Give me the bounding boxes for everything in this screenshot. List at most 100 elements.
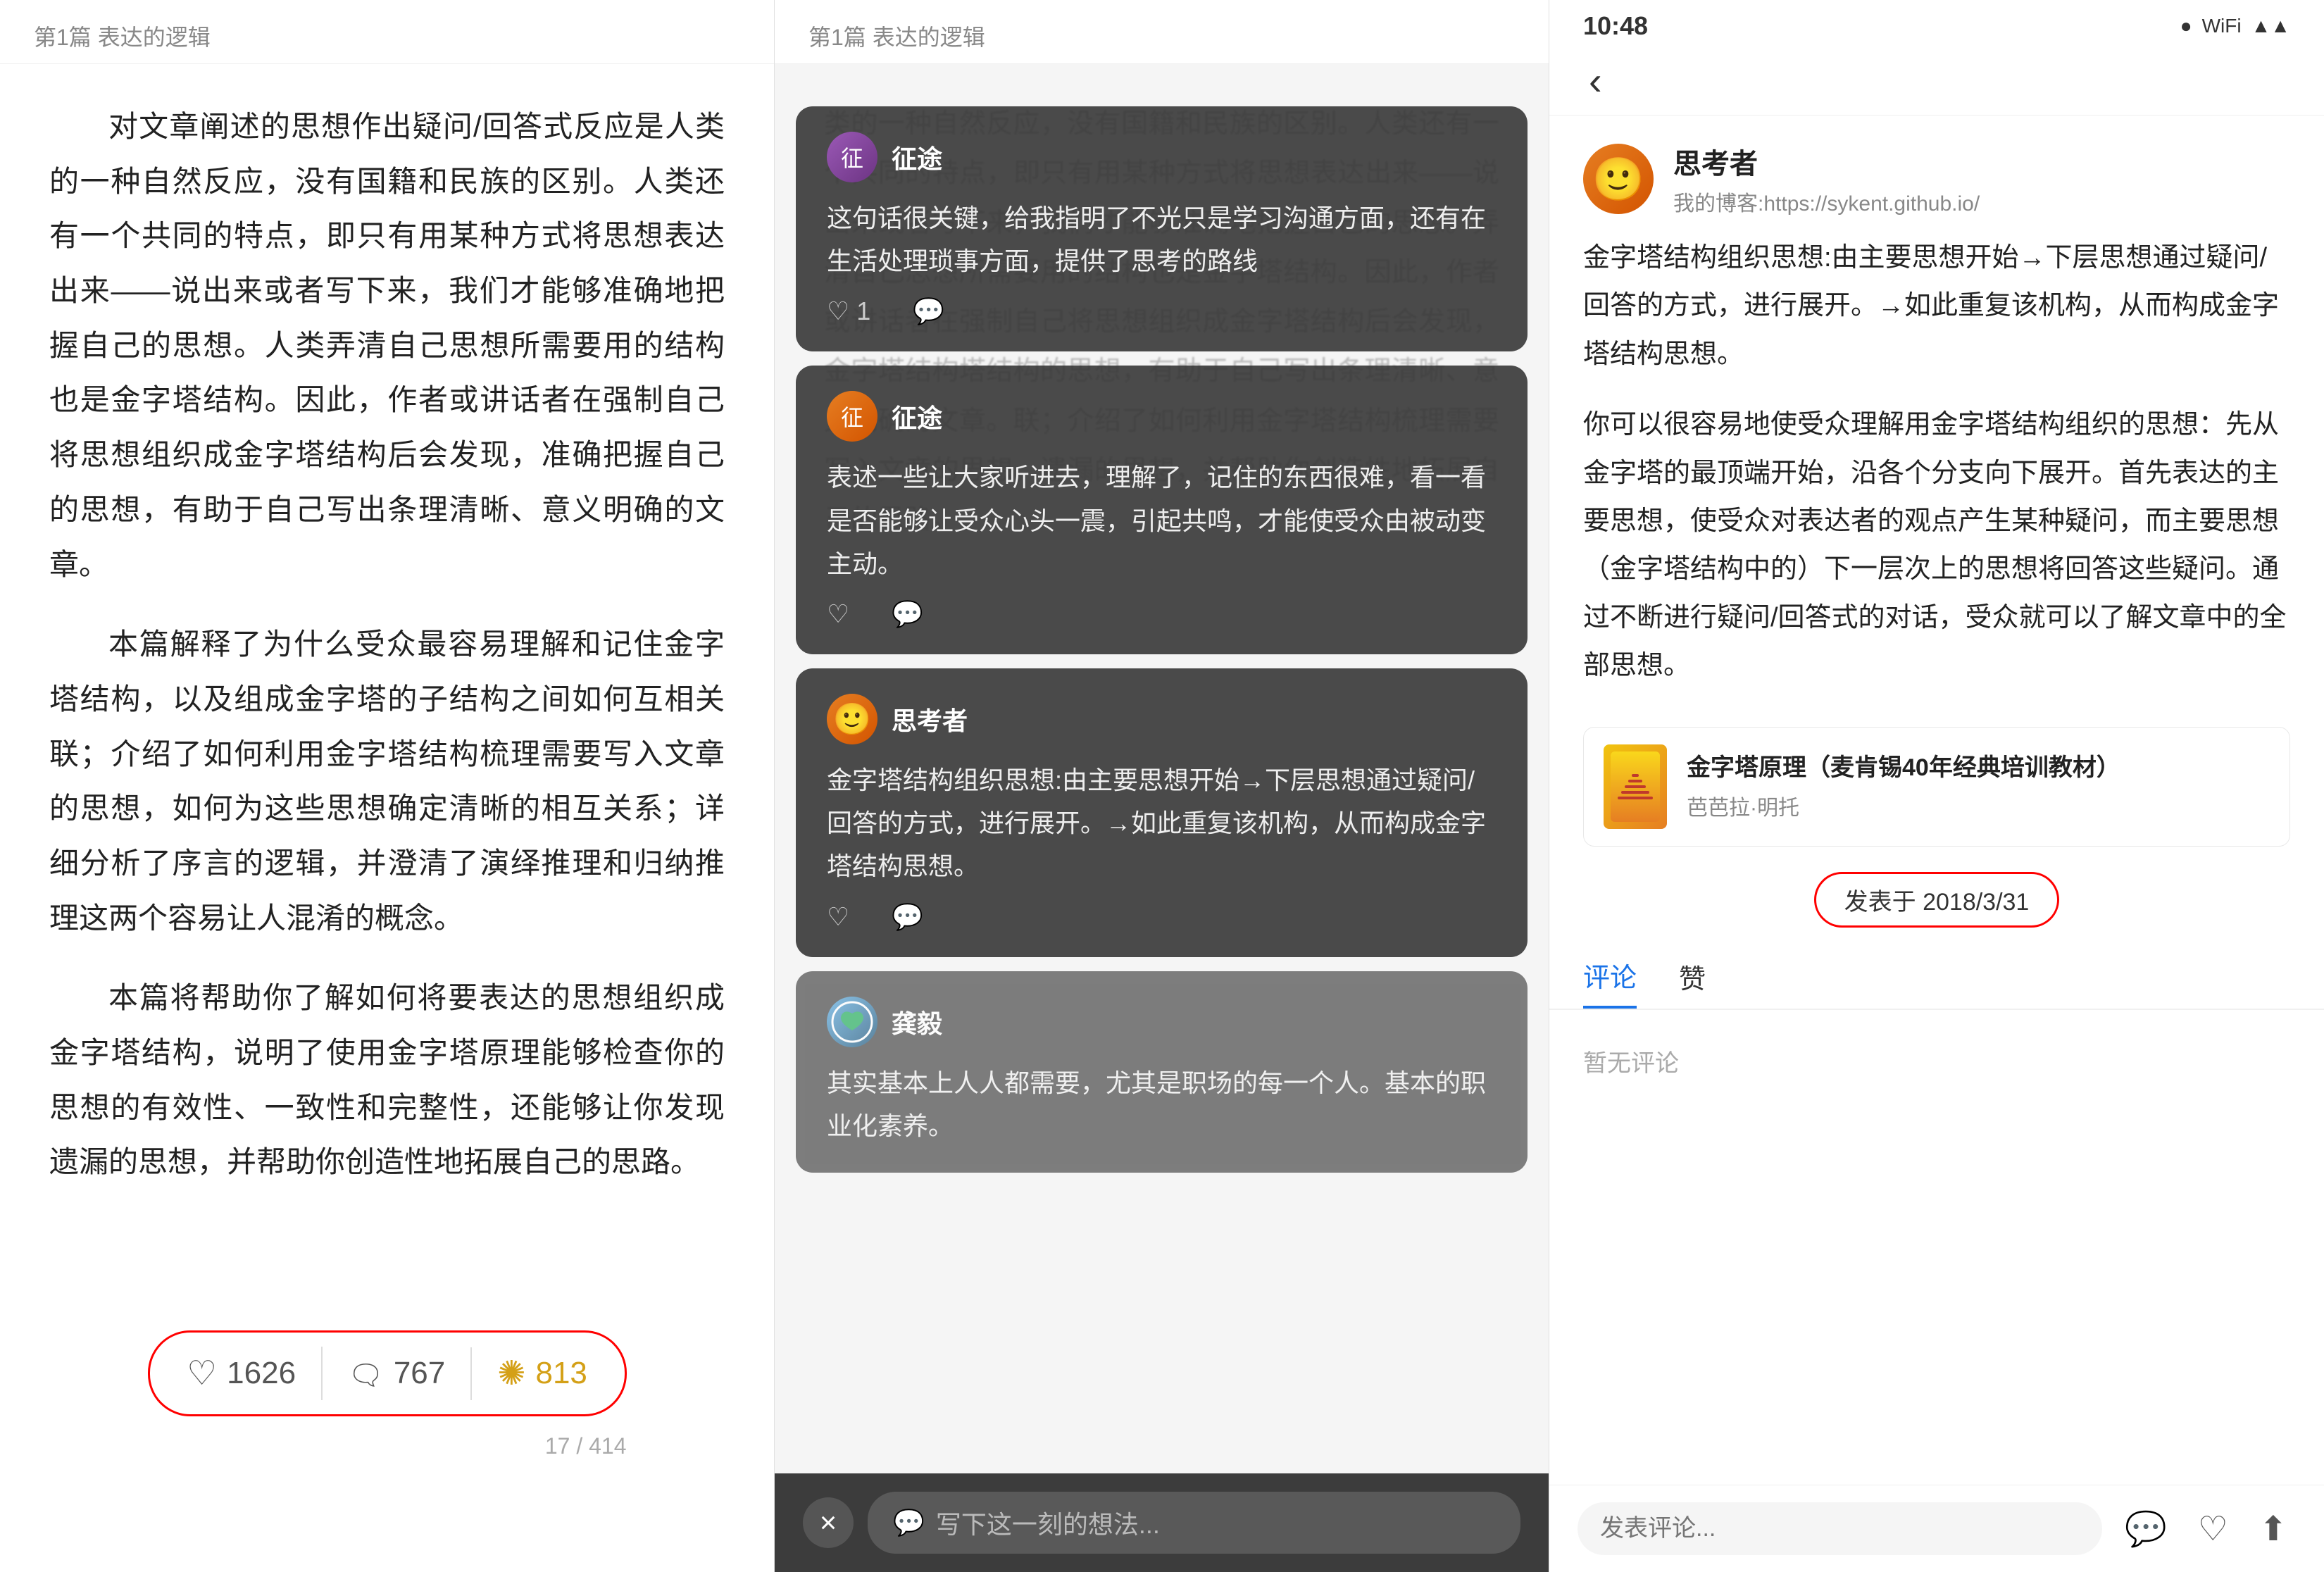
comment-text-3: 金字塔结构组织思想:由主要思想开始→下层思想通过疑问/回答的方式，进行展开。→如… <box>827 759 1497 888</box>
share-action-icon[interactable]: ⬆ <box>2251 1509 2296 1549</box>
comment-count: 767 <box>394 1356 445 1391</box>
publish-date: 发表于 2018/3/31 <box>1844 889 2030 916</box>
comment-card-4: 龚毅 其实基本上人人都需要，尤其是职场的每一个人。基本的职业化素养。 <box>796 971 1528 1173</box>
comment-card-2: 征 征途 表述一些让大家听进去，理解了，记住的东西很难，看一看是否能够让受众心头… <box>796 366 1528 654</box>
avatar-3: 🙂 <box>827 694 877 744</box>
book-cover-inner <box>1611 751 1660 822</box>
share-icon <box>497 1354 525 1393</box>
book-cover <box>1604 744 1667 829</box>
publish-date-badge: 发表于 2018/3/31 <box>1814 872 2060 928</box>
username-2: 征途 <box>892 398 942 435</box>
comment-input-area[interactable]: 💬 写下这一刻的想法... <box>868 1492 1520 1554</box>
status-bar: 10:48 ● WiFi ▲▲ <box>1549 0 2324 46</box>
like-btn-2[interactable]: ♡ <box>827 599 849 629</box>
left-panel: 第1篇 表达的逻辑 对文章阐述的思想作出疑问/回答式反应是人类的一种自然反应，没… <box>0 0 775 1572</box>
heart-icon <box>187 1354 217 1393</box>
middle-bottom-bar: × 💬 写下这一刻的想法... <box>775 1473 1549 1572</box>
comment-card-1: 征 征途 这句话很关键，给我指明了不光只是学习沟通方面，还有在生活处理琐事方面，… <box>796 106 1528 351</box>
avatar-4 <box>827 997 877 1047</box>
signal-icon: ▲▲ <box>2251 15 2290 37</box>
right-bottom-bar: 💬 ♡ ⬆ <box>1549 1485 2324 1572</box>
input-placeholder: 写下这一刻的想法... <box>936 1504 1160 1541</box>
like-action-icon[interactable]: ♡ <box>2189 1509 2237 1549</box>
book-title: 金字塔原理（麦肯锡40年经典培训教材） <box>1687 751 2120 785</box>
reply-icon-2: 💬 <box>892 599 923 629</box>
tab-comments[interactable]: 评论 <box>1583 956 1637 1009</box>
comment-action[interactable]: 767 <box>323 1347 472 1400</box>
book-author-publisher: 芭芭拉·明托 <box>1687 790 2120 821</box>
share-action[interactable]: 813 <box>472 1347 613 1400</box>
comment-input[interactable] <box>1578 1502 2102 1555</box>
like-btn-3[interactable]: ♡ <box>827 902 849 932</box>
comment-actions-3: ♡ 💬 <box>827 902 1497 932</box>
paragraph-2: 本篇解释了为什么受众最容易理解和记住金字塔结构，以及组成金字塔的子结构之间如何互… <box>49 617 725 945</box>
author-avatar: 🙂 <box>1583 144 1654 214</box>
avatar-1: 征 <box>827 132 877 182</box>
reply-btn-2[interactable]: 💬 <box>892 599 923 629</box>
comment-actions-2: ♡ 💬 <box>827 599 1497 629</box>
reply-btn-1[interactable]: 💬 <box>913 297 944 326</box>
paragraph-3: 本篇将帮助你了解如何将要表达的思想组织成金字塔结构，说明了使用金字塔原理能够检查… <box>49 971 725 1190</box>
no-comment: 暂无评论 <box>1549 1010 2324 1112</box>
username-4: 龚毅 <box>892 1004 942 1040</box>
back-button[interactable]: ‹ <box>1575 58 1616 104</box>
right-panel: 10:48 ● WiFi ▲▲ ‹ 🙂 思考者 我的博客:https://syk… <box>1549 0 2324 1572</box>
pyramid-decoration <box>1612 768 1658 805</box>
reply-btn-3[interactable]: 💬 <box>892 902 923 932</box>
share-count: 813 <box>535 1356 587 1391</box>
heart-icon-1: ♡ <box>827 297 849 326</box>
status-icons: ● WiFi ▲▲ <box>2180 15 2290 37</box>
comment-header-4: 龚毅 <box>827 997 1497 1047</box>
like-btn-1[interactable]: ♡ 1 <box>827 297 870 326</box>
author-blog: 我的博客:https://sykent.github.io/ <box>1673 186 1980 217</box>
article-text-2: 你可以很容易地使受众理解用金字塔结构组织的思想：先从金字塔的最顶端开始，沿各个分… <box>1583 401 2290 690</box>
heart-icon-3: ♡ <box>827 902 849 932</box>
comment-card-3: 🙂 思考者 金字塔结构组织思想:由主要思想开始→下层思想通过疑问/回答的方式，进… <box>796 668 1528 957</box>
reply-icon-3: 💬 <box>892 902 923 932</box>
comment-header-3: 🙂 思考者 <box>827 694 1497 744</box>
right-content: 🙂 思考者 我的博客:https://sykent.github.io/ 金字塔… <box>1549 116 2324 1485</box>
like-count: 1626 <box>227 1356 296 1391</box>
comment-header-1: 征 征途 <box>827 132 1497 182</box>
article-body: 金字塔结构组织思想:由主要思想开始→下层思想通过疑问/回答的方式，进行展开。→如… <box>1549 234 2324 713</box>
comment-cards-container: 征 征途 这句话很关键，给我指明了不光只是学习沟通方面，还有在生活处理琐事方面，… <box>775 64 1549 1187</box>
comment-icon <box>348 1354 384 1393</box>
wifi-icon: WiFi <box>2202 15 2242 37</box>
input-comment-icon: 💬 <box>893 1508 925 1537</box>
comment-text-2: 表述一些让大家听进去，理解了，记住的东西很难，看一看是否能够让受众心头一震，引起… <box>827 456 1497 585</box>
book-info: 金字塔原理（麦肯锡40年经典培训教材） 芭芭拉·明托 <box>1687 751 2120 822</box>
tab-likes[interactable]: 赞 <box>1679 957 1706 1007</box>
page-indicator: 17 / 414 <box>148 1433 627 1459</box>
avatar-2: 征 <box>827 391 877 442</box>
heart-icon-2: ♡ <box>827 599 849 629</box>
close-button[interactable]: × <box>803 1497 854 1548</box>
panel-footer: 1626 767 813 17 / 414 <box>0 1330 774 1459</box>
tabs-area: 评论 赞 <box>1549 939 2324 1010</box>
publish-date-area: 发表于 2018/3/31 <box>1549 861 2324 939</box>
book-card[interactable]: 金字塔原理（麦肯锡40年经典培训教材） 芭芭拉·明托 <box>1583 727 2290 847</box>
username-3: 思考者 <box>892 701 968 737</box>
author-name: 思考者 <box>1673 141 1980 182</box>
status-time: 10:48 <box>1583 11 1648 41</box>
username-1: 征途 <box>892 139 942 175</box>
middle-panel: 第1篇 表达的逻辑 类的一种自然反应，没有国籍和民族的区别。人类还有一个共同的特… <box>775 0 1549 1572</box>
battery-icon: ● <box>2180 15 2192 37</box>
comment-text-1: 这句话很关键，给我指明了不光只是学习沟通方面，还有在生活处理琐事方面，提供了思考… <box>827 196 1497 282</box>
like-count-1: 1 <box>856 297 870 326</box>
paragraph-1: 对文章阐述的思想作出疑问/回答式反应是人类的一种自然反应，没有国籍和民族的区别。… <box>49 99 725 592</box>
author-info: 思考者 我的博客:https://sykent.github.io/ <box>1673 141 1980 217</box>
nav-bar: ‹ <box>1549 46 2324 116</box>
like-action[interactable]: 1626 <box>161 1347 323 1400</box>
action-bar: 1626 767 813 <box>148 1330 627 1416</box>
comment-header-2: 征 征途 <box>827 391 1497 442</box>
close-icon: × <box>820 1506 837 1540</box>
reply-icon-1: 💬 <box>913 297 944 326</box>
comment-text-4: 其实基本上人人都需要，尤其是职场的每一个人。基本的职业化素养。 <box>827 1061 1497 1147</box>
comment-actions-1: ♡ 1 💬 <box>827 297 1497 326</box>
middle-panel-header: 第1篇 表达的逻辑 <box>775 0 1549 64</box>
comment-action-icon[interactable]: 💬 <box>2116 1509 2175 1549</box>
author-section: 🙂 思考者 我的博客:https://sykent.github.io/ <box>1549 116 2324 234</box>
left-panel-header: 第1篇 表达的逻辑 <box>0 0 774 64</box>
comments-list: 类的一种自然反应，没有国籍和民族的区别。人类还有一个共同的特点，即只有用某种方式… <box>775 64 1549 1473</box>
article-text-1: 金字塔结构组织思想:由主要思想开始→下层思想通过疑问/回答的方式，进行展开。→如… <box>1583 234 2290 378</box>
